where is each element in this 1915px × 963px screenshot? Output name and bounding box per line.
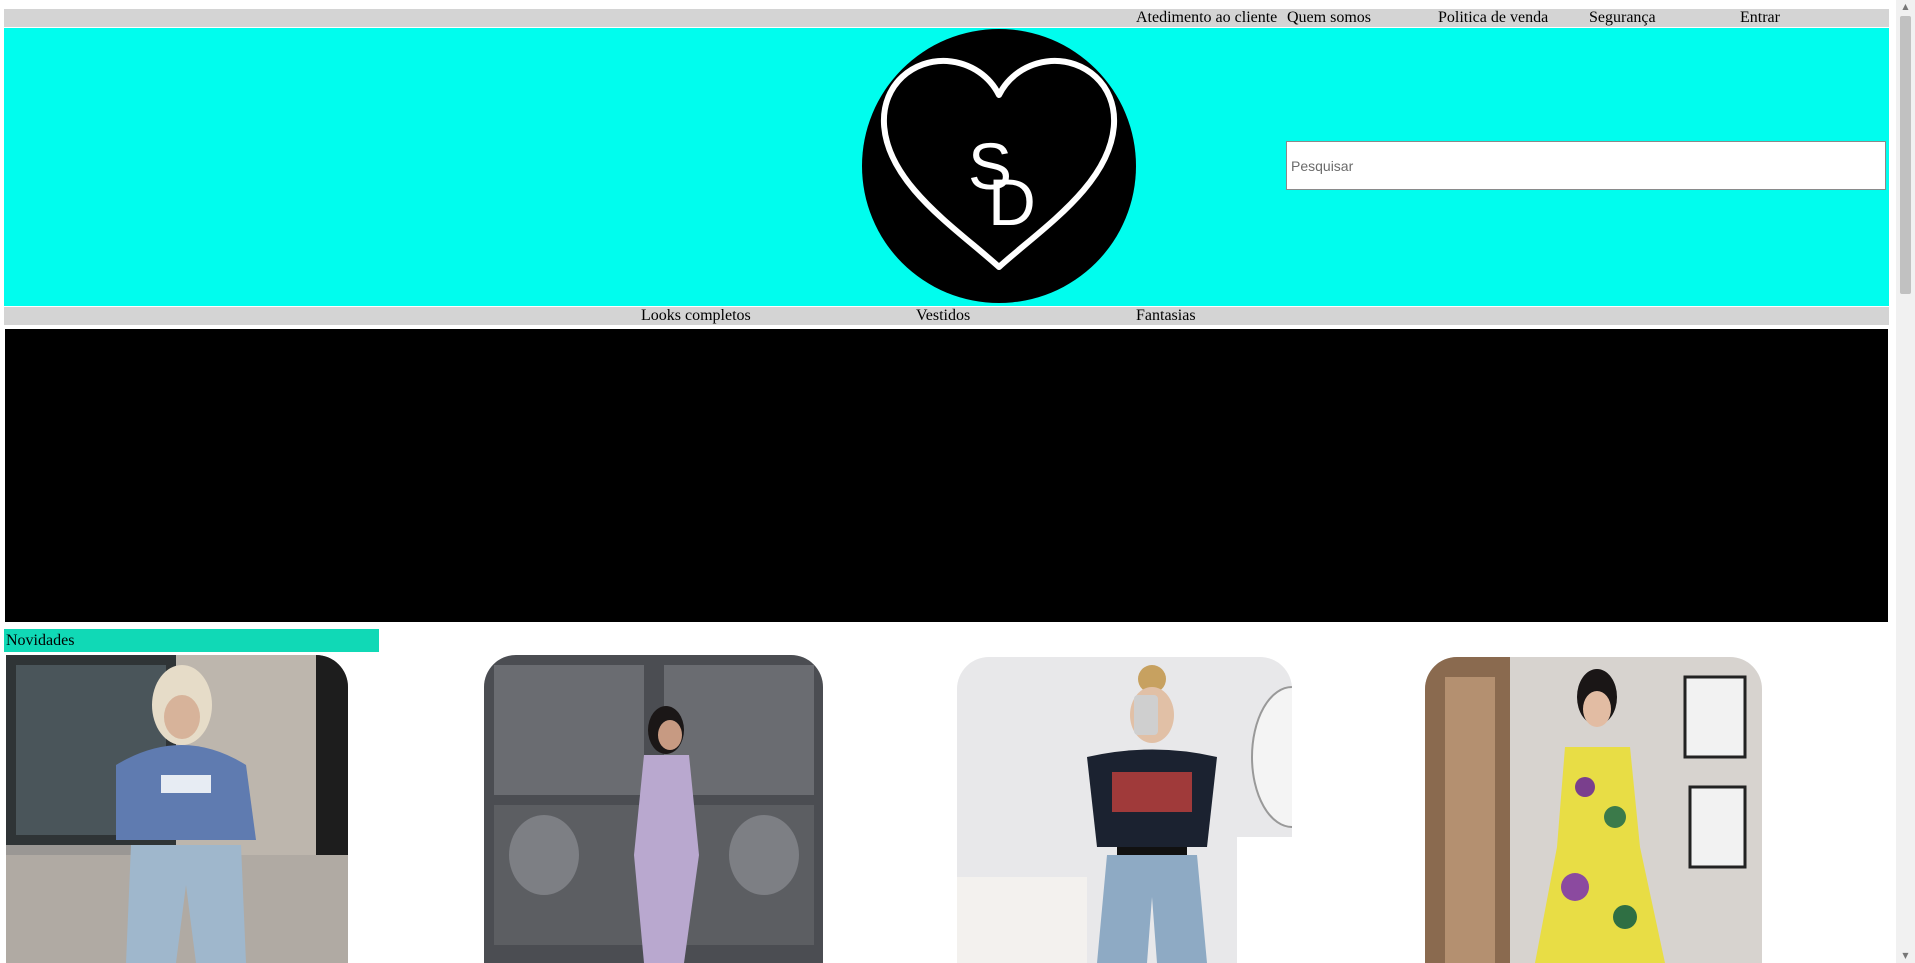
customer-service-link[interactable]: Atedimento ao cliente [1136,9,1277,27]
logo-text-d: D [988,165,1036,239]
site-logo[interactable]: S D [862,29,1136,303]
scroll-up-arrow-icon[interactable]: ▲ [1896,0,1915,14]
section-title-novidades: Novidades [4,629,379,652]
login-link[interactable]: Entrar [1740,9,1780,27]
heart-icon: S D [880,57,1118,270]
category-nav-bar: Looks completos Vestidos Fantasias [4,307,1889,325]
product-card-4[interactable] [1425,657,1762,963]
scroll-down-arrow-icon[interactable]: ▼ [1896,949,1915,963]
page-scrollbar[interactable]: ▲ ▼ [1896,0,1915,963]
category-looks-completos[interactable]: Looks completos [641,307,751,325]
product-image-1 [6,655,348,963]
product-image-3 [957,657,1292,963]
site-header: S D [4,28,1889,306]
sales-policy-link[interactable]: Politica de venda [1438,9,1548,27]
category-fantasias[interactable]: Fantasias [1136,307,1196,325]
scrollbar-thumb[interactable] [1900,16,1911,294]
search-input[interactable] [1286,141,1886,190]
category-vestidos[interactable]: Vestidos [916,307,970,325]
security-link[interactable]: Segurança [1589,9,1656,27]
about-us-link[interactable]: Quem somos [1287,9,1371,27]
product-image-2 [484,655,823,963]
product-card-1[interactable] [6,655,348,963]
product-card-3[interactable] [957,657,1292,963]
top-nav-bar: Atedimento ao cliente Quem somos Politic… [4,9,1889,27]
product-card-2[interactable] [484,655,823,963]
hero-banner[interactable] [5,329,1888,622]
product-image-4 [1425,657,1762,963]
